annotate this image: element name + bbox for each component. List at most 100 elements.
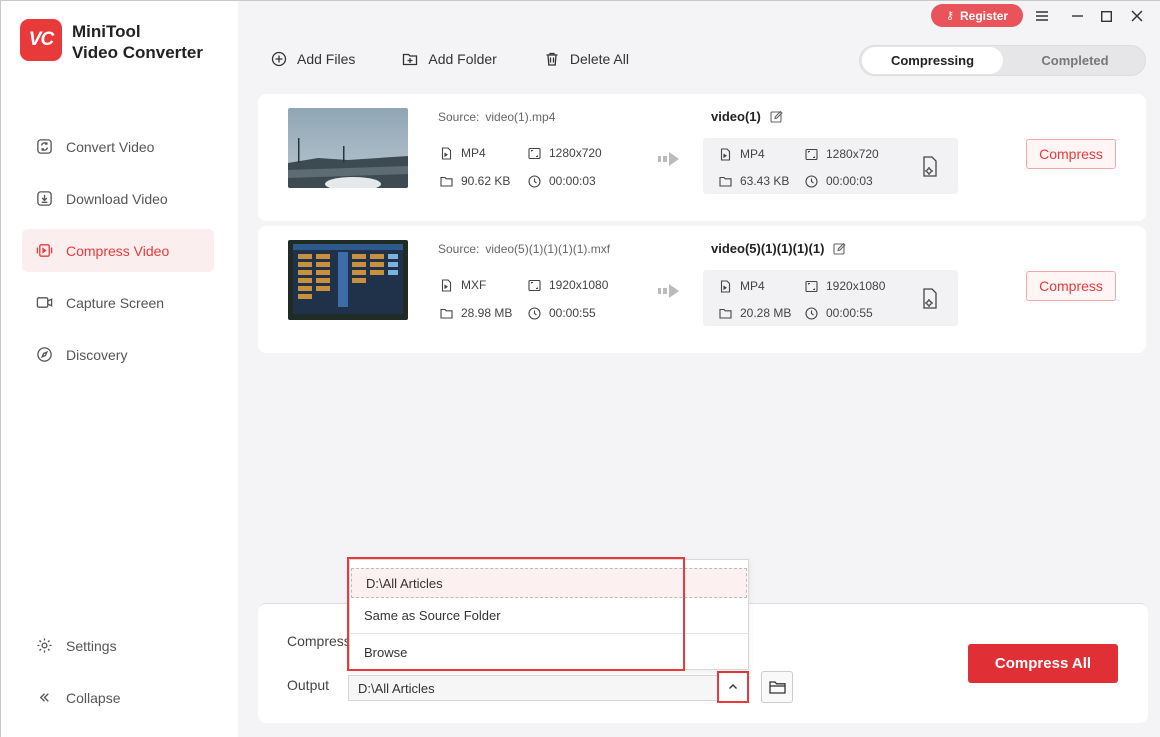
minimize-button[interactable] bbox=[1067, 6, 1087, 26]
sidebar-item-label: Discovery bbox=[66, 346, 128, 363]
sidebar-item-collapse[interactable]: Collapse bbox=[22, 676, 214, 719]
output-name: video(1) bbox=[711, 109, 783, 124]
add-folder-icon bbox=[403, 53, 418, 66]
sidebar-bottom-nav: Settings Collapse bbox=[22, 624, 214, 728]
compress-all-button[interactable]: Compress All bbox=[968, 644, 1118, 683]
minimize-icon bbox=[1071, 15, 1083, 17]
sidebar-item-label: Compress Video bbox=[66, 242, 170, 259]
compress-button[interactable]: Compress bbox=[1026, 271, 1116, 301]
input-resolution: 1280x720 bbox=[528, 146, 602, 160]
source-label: Source: bbox=[438, 110, 480, 124]
collapse-icon bbox=[35, 689, 53, 707]
edit-icon[interactable] bbox=[770, 110, 783, 123]
add-files-label: Add Files bbox=[297, 51, 356, 67]
source-filename: video(1).mp4 bbox=[485, 110, 556, 124]
resolution-icon bbox=[805, 280, 818, 292]
tab-compressing[interactable]: Compressing bbox=[862, 47, 1003, 74]
file-format-icon bbox=[720, 147, 731, 161]
sidebar-item-label: Capture Screen bbox=[66, 294, 165, 311]
sidebar-item-label: Download Video bbox=[66, 190, 168, 207]
file-format-icon bbox=[441, 278, 452, 292]
delete-all-button[interactable]: Delete All bbox=[544, 51, 629, 67]
source-label: Source: bbox=[438, 242, 480, 256]
dropdown-option-browse[interactable]: Browse bbox=[350, 634, 748, 670]
app-name-line2: Video Converter bbox=[72, 43, 204, 62]
sidebar: VC MiniTool Video Converter Convert Vide… bbox=[1, 1, 238, 737]
register-label: Register bbox=[960, 8, 1009, 23]
output-format: MP4 bbox=[719, 279, 765, 293]
sidebar-item-settings[interactable]: Settings bbox=[22, 624, 214, 667]
compass-icon bbox=[35, 346, 53, 364]
sidebar-item-convert-video[interactable]: Convert Video bbox=[22, 125, 214, 168]
sidebar-nav: Convert Video Download Video Compress Vi… bbox=[22, 125, 214, 385]
output-dropdown-menu: D:\All Articles Same as Source Folder Br… bbox=[349, 559, 749, 670]
convert-icon bbox=[35, 138, 53, 156]
output-resolution: 1920x1080 bbox=[805, 279, 885, 293]
arrow-right-icon bbox=[658, 152, 679, 166]
task-card: Source: video(1).mp4 MP4 1280x720 90.62 K… bbox=[258, 94, 1146, 221]
key-icon: ⚷ bbox=[945, 10, 955, 22]
menu-icon bbox=[1036, 11, 1048, 21]
source-info: Source: video(1).mp4 bbox=[438, 110, 555, 124]
folder-icon bbox=[719, 176, 732, 187]
input-size: 28.98 MB bbox=[440, 306, 512, 320]
open-folder-button[interactable] bbox=[761, 671, 793, 703]
tab-completed[interactable]: Completed bbox=[1005, 47, 1145, 74]
clock-icon bbox=[528, 174, 541, 188]
input-format: MXF bbox=[440, 278, 486, 292]
settings-file-icon[interactable] bbox=[920, 288, 940, 310]
output-duration: 00:00:03 bbox=[805, 174, 873, 188]
clock-icon bbox=[528, 306, 541, 320]
toolbar: Add Files Add Folder Delete All bbox=[271, 51, 676, 67]
video-thumbnail bbox=[288, 108, 408, 188]
input-format: MP4 bbox=[440, 146, 486, 160]
sidebar-item-compress-video[interactable]: Compress Video bbox=[22, 229, 214, 272]
output-format: MP4 bbox=[719, 147, 765, 161]
output-dropdown-toggle[interactable] bbox=[717, 671, 749, 703]
clock-icon bbox=[805, 174, 818, 188]
status-tabs: Compressing Completed bbox=[859, 45, 1146, 76]
compress-button[interactable]: Compress bbox=[1026, 139, 1116, 169]
maximize-button[interactable] bbox=[1096, 6, 1116, 26]
sidebar-item-label: Settings bbox=[66, 637, 117, 654]
file-format-icon bbox=[720, 279, 731, 293]
close-icon bbox=[1131, 10, 1143, 22]
input-size: 90.62 KB bbox=[440, 174, 510, 188]
file-format-icon bbox=[441, 146, 452, 160]
app-logo: VC bbox=[20, 19, 62, 61]
sidebar-item-discovery[interactable]: Discovery bbox=[22, 333, 214, 376]
output-size: 63.43 KB bbox=[719, 174, 789, 188]
sidebar-item-capture-screen[interactable]: Capture Screen bbox=[22, 281, 214, 324]
output-size: 20.28 MB bbox=[719, 306, 791, 320]
settings-file-icon[interactable] bbox=[920, 156, 940, 178]
folder-icon bbox=[719, 308, 732, 319]
output-label: Output bbox=[287, 677, 330, 693]
source-info: Source: video(5)(1)(1)(1)(1).mxf bbox=[438, 242, 610, 256]
edit-icon[interactable] bbox=[833, 242, 847, 255]
dropdown-option-same-as-source[interactable]: Same as Source Folder bbox=[350, 598, 748, 634]
compress-icon bbox=[35, 242, 53, 260]
app-name: MiniTool Video Converter bbox=[72, 21, 203, 63]
dropdown-option-all-articles[interactable]: D:\All Articles bbox=[351, 568, 747, 598]
menu-button[interactable] bbox=[1032, 6, 1052, 26]
gear-icon bbox=[35, 637, 53, 655]
source-filename: video(5)(1)(1)(1)(1).mxf bbox=[485, 242, 611, 256]
add-files-button[interactable]: Add Files bbox=[271, 51, 355, 67]
add-folder-button[interactable]: Add Folder bbox=[402, 51, 497, 67]
input-resolution: 1920x1080 bbox=[528, 278, 608, 292]
compress-label: Compress bbox=[287, 633, 351, 649]
folder-icon bbox=[768, 680, 786, 694]
task-card: Source: video(5)(1)(1)(1)(1).mxf MXF 1920… bbox=[258, 226, 1146, 353]
resolution-icon bbox=[528, 279, 541, 291]
clock-icon bbox=[805, 306, 818, 320]
output-path-select[interactable]: D:\All Articles bbox=[348, 675, 748, 701]
input-duration: 00:00:03 bbox=[528, 174, 596, 188]
sidebar-item-download-video[interactable]: Download Video bbox=[22, 177, 214, 220]
close-button[interactable] bbox=[1127, 6, 1147, 26]
output-name: video(5)(1)(1)(1)(1) bbox=[711, 241, 847, 256]
folder-icon bbox=[440, 176, 453, 187]
camera-icon bbox=[35, 294, 53, 312]
register-button[interactable]: ⚷ Register bbox=[931, 4, 1023, 27]
arrow-right-icon bbox=[658, 284, 679, 298]
folder-icon bbox=[440, 308, 453, 319]
